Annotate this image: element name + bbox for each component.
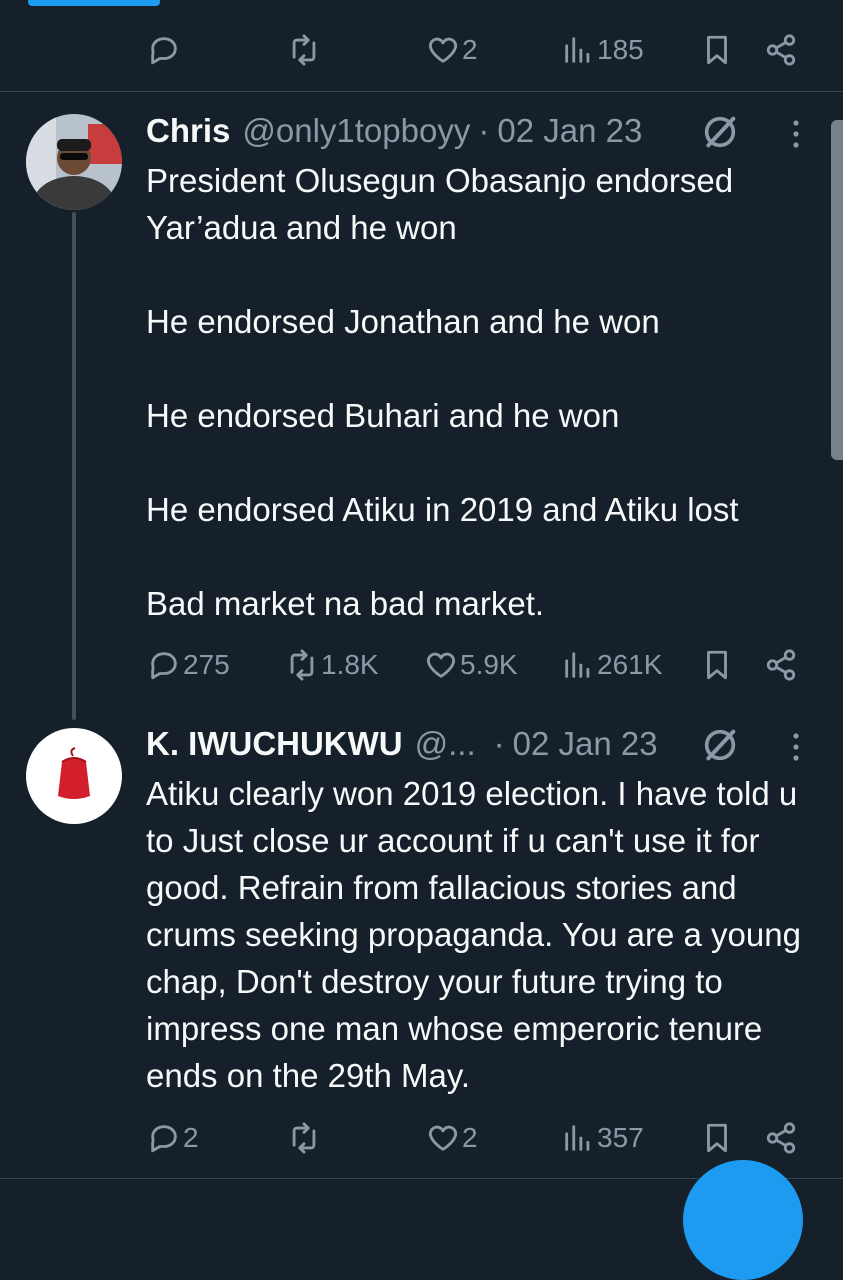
profile-photo [26, 114, 122, 210]
tweet-header: Chris @only1topboyy · 02 Jan 23 [146, 111, 642, 151]
more-icon[interactable] [789, 727, 803, 767]
views-button[interactable]: 261K [561, 645, 662, 685]
like-icon [428, 1125, 458, 1151]
share-icon [766, 34, 796, 66]
view-count: 261K [597, 649, 663, 680]
top-tweet-action-bar: 2 185 [0, 30, 843, 70]
reply-icon [151, 652, 177, 680]
bookmark-button[interactable] [700, 1118, 734, 1158]
like-icon [426, 652, 456, 678]
more-icon[interactable] [789, 114, 803, 154]
view-count: 185 [597, 34, 644, 65]
author-handle[interactable]: @only1topboyy [242, 112, 470, 150]
bookmark-icon [707, 1123, 727, 1153]
like-button[interactable]: 2 [426, 30, 478, 70]
avatar-chris[interactable] [26, 114, 122, 210]
share-icon [766, 649, 796, 681]
share-button[interactable] [764, 645, 798, 685]
like-icon [428, 37, 458, 63]
grok-icon[interactable] [700, 112, 740, 152]
bookmark-icon [707, 650, 727, 680]
tweet-date[interactable]: 02 Jan 23 [497, 112, 642, 150]
tweet-text: Atiku clearly won 2019 election. I have … [146, 775, 801, 1094]
profile-photo [26, 728, 122, 824]
separator: · [478, 112, 490, 149]
tweet-text: President Olusegun Obasanjo endorsed Yar… [146, 162, 739, 622]
compose-button[interactable] [683, 1160, 803, 1280]
reply-count: 275 [183, 649, 230, 680]
tweet-header: K. IWUCHUKWU @... · 02 Jan 23 [146, 724, 658, 764]
share-button[interactable] [764, 1118, 798, 1158]
bookmark-icon [707, 35, 727, 65]
share-icon [766, 1122, 796, 1154]
reply-count: 2 [183, 1122, 199, 1153]
like-button[interactable]: 2 [426, 1118, 478, 1158]
retweet-icon [292, 1122, 316, 1154]
retweet-icon [292, 34, 316, 66]
grok-icon[interactable] [700, 725, 740, 765]
reply-icon [151, 37, 177, 65]
retweet-button[interactable] [287, 1118, 323, 1158]
separator: · [493, 725, 505, 762]
like-button[interactable]: 5.9K [424, 645, 518, 685]
avatar-k-iwuchukwu[interactable] [26, 728, 122, 824]
reply-button[interactable] [147, 30, 183, 70]
like-count: 5.9K [460, 649, 518, 680]
author-name[interactable]: Chris [146, 112, 230, 150]
like-count: 2 [462, 34, 478, 65]
reply-button[interactable]: 2 [147, 1118, 199, 1158]
tweet-action-bar: 2 2 357 [0, 1118, 843, 1158]
tweet-action-bar: 275 1.8K 5.9K 261K [0, 645, 843, 685]
views-icon [565, 1125, 590, 1151]
author-handle[interactable]: @... [415, 725, 476, 763]
red-cap-icon [58, 747, 90, 799]
views-button[interactable]: 185 [561, 30, 644, 70]
like-count: 2 [462, 1122, 478, 1153]
bookmark-button[interactable] [700, 645, 734, 685]
views-icon [565, 652, 590, 678]
tweet-date[interactable]: 02 Jan 23 [513, 725, 658, 763]
bookmark-button[interactable] [700, 30, 734, 70]
retweet-button[interactable]: 1.8K [285, 645, 379, 685]
retweet-count: 1.8K [321, 649, 379, 680]
thread-connector-line [72, 212, 76, 720]
share-button[interactable] [764, 30, 798, 70]
views-icon [565, 37, 590, 63]
top-tab-indicator [28, 0, 160, 6]
tweet-divider [0, 91, 843, 92]
view-count: 357 [597, 1122, 644, 1153]
retweet-button[interactable] [287, 30, 323, 70]
scrollbar-thumb[interactable] [831, 120, 843, 460]
reply-icon [151, 1125, 177, 1153]
views-button[interactable]: 357 [561, 1118, 644, 1158]
reply-button[interactable]: 275 [147, 645, 230, 685]
author-name[interactable]: K. IWUCHUKWU [146, 725, 403, 763]
retweet-icon [290, 649, 314, 681]
